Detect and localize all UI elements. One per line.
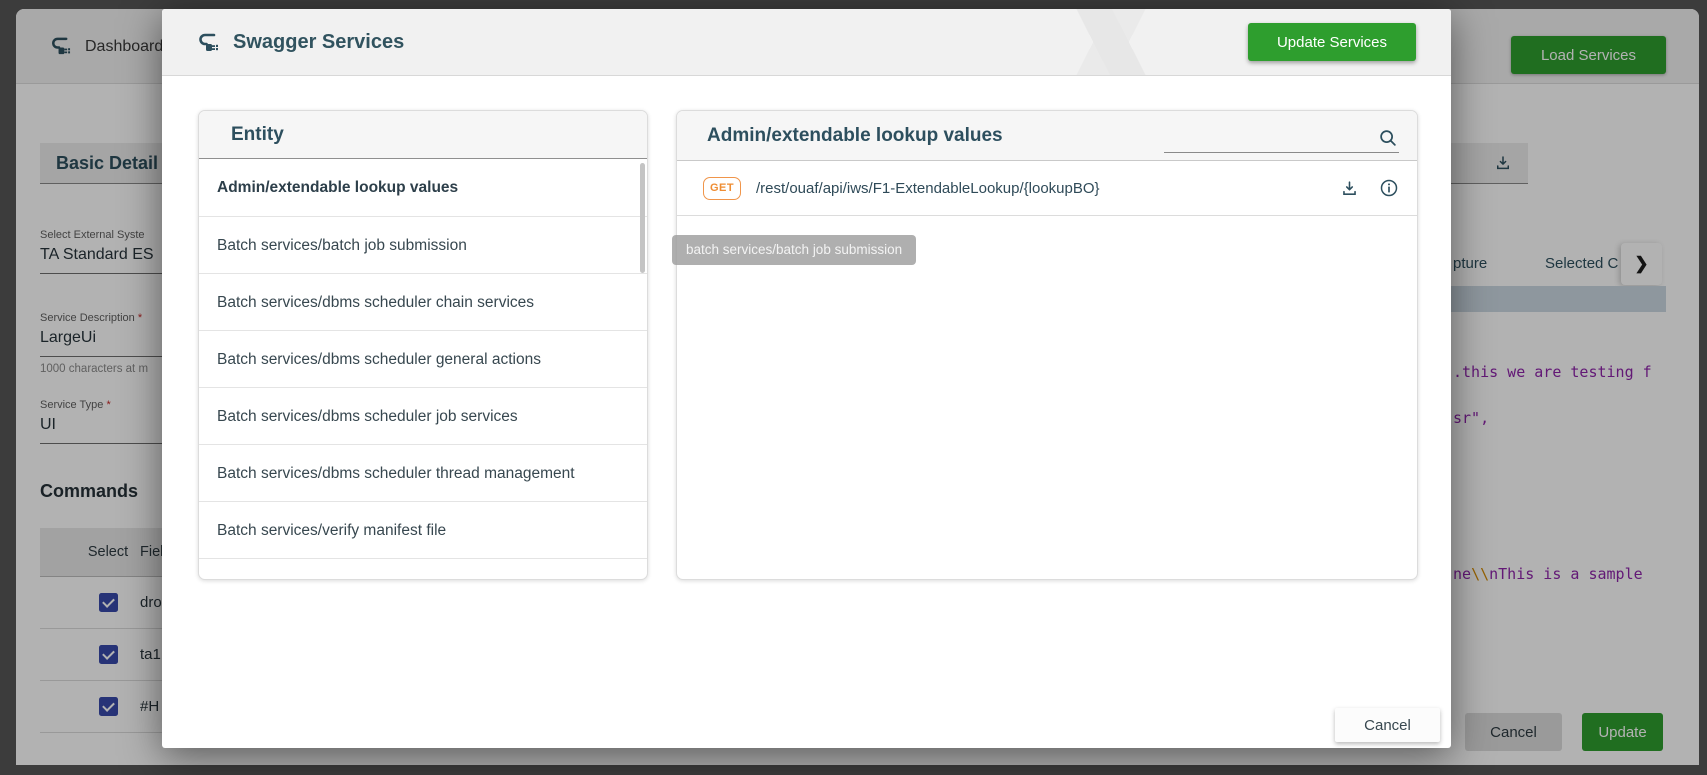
entity-item-admin-extendable-lookup-values[interactable]: Admin/extendable lookup values [199,159,647,216]
lookup-values-header: Admin/extendable lookup values [677,111,1417,161]
http-method-badge: GET [703,177,741,200]
dialog-cancel-button[interactable]: Cancel [1335,708,1440,742]
swagger-services-dialog: Swagger Services Update Services Entity … [162,9,1451,748]
download-icon[interactable] [1340,179,1359,198]
dialog-header: Swagger Services Update Services [162,9,1451,76]
info-icon[interactable] [1379,178,1399,198]
entity-item-dbms-scheduler-job-services[interactable]: Batch services/dbms scheduler job servic… [199,387,647,444]
update-services-button[interactable]: Update Services [1248,23,1416,61]
entity-tooltip: batch services/batch job submission [672,235,916,265]
search-input[interactable] [1164,119,1364,151]
entity-item-dbms-scheduler-thread-management[interactable]: Batch services/dbms scheduler thread man… [199,444,647,501]
entity-item-dbms-scheduler-general-actions[interactable]: Batch services/dbms scheduler general ac… [199,330,647,387]
endpoint-row: GET /rest/ouaf/api/iws/F1-ExtendableLook… [677,161,1417,216]
screen: Dashboard > Load Services Basic Detail S… [0,0,1707,775]
endpoint-path: /rest/ouaf/api/iws/F1-ExtendableLookup/{… [756,180,1100,197]
entity-item-batch-job-submission[interactable]: Batch services/batch job submission [199,216,647,273]
lookup-values-panel: Admin/extendable lookup values GET /rest… [676,110,1418,580]
entity-item-dbms-scheduler-chain-services[interactable]: Batch services/dbms scheduler chain serv… [199,273,647,330]
search-field [1164,119,1399,153]
service-plug-icon [195,31,219,55]
dialog-title: Swagger Services [233,31,404,54]
entity-item-verify-manifest-file[interactable]: Batch services/verify manifest file [199,501,647,558]
entity-item-partial [199,558,647,580]
lookup-values-title: Admin/extendable lookup values [707,125,1003,147]
search-icon[interactable] [1377,127,1399,149]
entity-panel: Entity Admin/extendable lookup values Ba… [198,110,648,580]
entity-list-scrollbar[interactable] [640,163,645,273]
entity-panel-title: Entity [199,111,647,159]
